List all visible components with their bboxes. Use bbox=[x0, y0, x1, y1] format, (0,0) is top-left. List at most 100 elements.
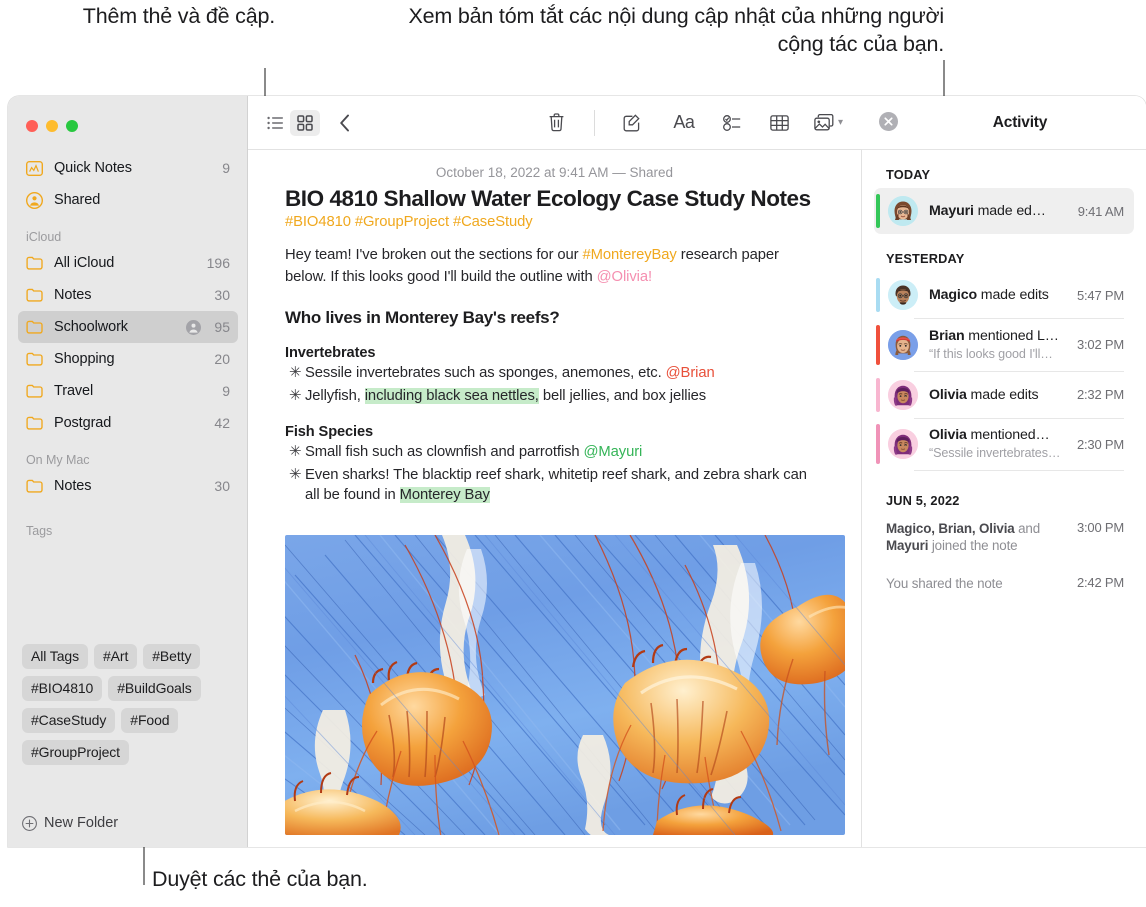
sidebar-item-count: 9 bbox=[222, 160, 230, 176]
bullet-text: Sessile invertebrates such as sponges, a… bbox=[305, 364, 824, 384]
close-window-button[interactable] bbox=[26, 120, 38, 132]
inline-mention-brian[interactable]: @Brian bbox=[666, 365, 715, 381]
sidebar: Quick Notes 9 Shared iCloud All iCloud 1… bbox=[8, 96, 248, 847]
inline-hashtag-montereybay[interactable]: #MontereyBay bbox=[583, 247, 677, 263]
sidebar-item-all-icloud[interactable]: All iCloud 196 bbox=[18, 247, 238, 279]
tag-betty[interactable]: #Betty bbox=[143, 644, 201, 669]
activity-actor: Mayuri bbox=[929, 203, 974, 219]
notes-app-window: Quick Notes 9 Shared iCloud All iCloud 1… bbox=[8, 96, 1146, 847]
sidebar-item-quick-notes[interactable]: Quick Notes 9 bbox=[18, 152, 238, 184]
bullet-part-plain: Sessile invertebrates such as sponges, a… bbox=[305, 365, 666, 382]
sidebar-item-label: Shared bbox=[54, 192, 101, 208]
tag-buildgoals[interactable]: #BuildGoals bbox=[108, 676, 201, 701]
activity-row-olivia-edits[interactable]: Olivia made edits 2:32 PM bbox=[874, 372, 1134, 418]
activity-row-magico[interactable]: Magico made edits 5:47 PM bbox=[874, 272, 1134, 318]
activity-row-olivia-mention[interactable]: Olivia mentioned… “Sessile invertebrates… bbox=[874, 418, 1134, 470]
back-chevron-icon[interactable] bbox=[330, 110, 360, 136]
activity-actor: Brian bbox=[929, 327, 965, 344]
note-subheading-fish-species: Fish Species bbox=[285, 424, 374, 441]
activity-group-today: TODAY Mayuri made ed… 9:41 AM bbox=[862, 167, 1146, 234]
inline-mention-olivia[interactable]: @Olivia! bbox=[597, 269, 652, 285]
activity-time: 9:41 AM bbox=[1077, 203, 1124, 219]
tag-bio4810[interactable]: #BIO4810 bbox=[22, 676, 103, 701]
activity-title: Activity bbox=[992, 113, 1048, 131]
sidebar-item-travel[interactable]: Travel 9 bbox=[18, 375, 238, 407]
compose-icon[interactable] bbox=[617, 110, 647, 136]
sidebar-item-label: Travel bbox=[54, 383, 94, 399]
history-names-2: Mayuri bbox=[886, 538, 929, 554]
tag-casestudy[interactable]: #CaseStudy bbox=[22, 708, 116, 733]
tag-groupproject[interactable]: #GroupProject bbox=[22, 740, 129, 765]
activity-main-line: Olivia mentioned… bbox=[929, 427, 1050, 444]
activity-color-bar bbox=[876, 377, 880, 412]
sidebar-item-label: Shopping bbox=[54, 351, 115, 367]
table-icon[interactable] bbox=[765, 110, 795, 136]
minimize-window-button[interactable] bbox=[46, 120, 58, 132]
activity-time: 5:47 PM bbox=[1076, 287, 1124, 303]
activity-header: Activity bbox=[862, 96, 1146, 150]
activity-action: made ed… bbox=[973, 203, 1046, 219]
new-folder-button[interactable]: New Folder bbox=[22, 815, 118, 831]
quick-note-icon bbox=[26, 160, 45, 176]
activity-text: Mayuri made ed… bbox=[929, 202, 1071, 220]
activity-history-text: Magico, Brian, Olivia and Mayuri joined … bbox=[886, 520, 1070, 554]
activity-group-history: JUN 5, 2022 Magico, Brian, Olivia and Ma… bbox=[862, 493, 1146, 594]
sidebar-item-shared[interactable]: Shared bbox=[18, 184, 238, 216]
trash-icon[interactable] bbox=[542, 110, 572, 136]
bullet-part-plain: Jellyfish, bbox=[305, 388, 365, 405]
sidebar-item-count: 42 bbox=[214, 415, 230, 431]
activity-group-yesterday: YESTERDAY Magico made edits 5:47 PM Bria… bbox=[862, 251, 1146, 472]
sidebar-item-shopping[interactable]: Shopping 20 bbox=[18, 343, 238, 375]
sidebar-item-label: Notes bbox=[54, 478, 92, 494]
activity-time: 2:30 PM bbox=[1076, 436, 1124, 452]
close-icon[interactable] bbox=[879, 112, 898, 131]
checklist-icon[interactable] bbox=[717, 110, 747, 136]
activity-time: 3:02 PM bbox=[1076, 337, 1124, 353]
sidebar-item-notes-local[interactable]: Notes 30 bbox=[18, 470, 238, 502]
activity-day-header: TODAY bbox=[886, 167, 931, 182]
folder-icon bbox=[26, 320, 45, 334]
note-bullet: ✳ Even sharks! The blacktip reef shark, … bbox=[285, 466, 824, 506]
media-chevron-down-icon[interactable]: ▾ bbox=[838, 117, 843, 128]
sidebar-item-label: Quick Notes bbox=[54, 160, 132, 176]
gallery-view-icon[interactable] bbox=[290, 109, 320, 136]
tag-art[interactable]: #Art bbox=[93, 644, 138, 669]
sidebar-item-postgrad[interactable]: Postgrad 42 bbox=[18, 407, 238, 439]
tag-food[interactable]: #Food bbox=[121, 708, 179, 733]
activity-text: Brian mentioned L… “If this looks good I… bbox=[929, 327, 1070, 363]
avatar bbox=[888, 196, 918, 226]
sidebar-item-schoolwork[interactable]: Schoolwork 95 bbox=[18, 311, 238, 343]
jellyfish-photo[interactable] bbox=[285, 535, 845, 836]
list-view-icon[interactable] bbox=[260, 110, 290, 136]
activity-row-brian[interactable]: Brian mentioned L… “If this looks good I… bbox=[874, 319, 1134, 371]
highlighted-text: Monterey Bay bbox=[399, 487, 490, 504]
sidebar-section-tags-header: Tags bbox=[26, 524, 53, 538]
activity-time: 3:00 PM bbox=[1076, 520, 1124, 536]
bullet-text: Small fish such as clownfish and parrotf… bbox=[305, 443, 824, 463]
activity-history-shared: You shared the note 2:42 PM bbox=[874, 572, 1134, 595]
sidebar-item-label: Postgrad bbox=[54, 415, 112, 431]
bullet-marker-icon: ✳ bbox=[289, 444, 302, 461]
sidebar-item-count: 30 bbox=[214, 478, 230, 494]
note-body: BIO 4810 Shallow Water Ecology Case Stud… bbox=[248, 186, 861, 836]
activity-actor: Olivia bbox=[929, 427, 967, 444]
sidebar-item-count: 30 bbox=[214, 287, 230, 303]
activity-history-joined: Magico, Brian, Olivia and Mayuri joined … bbox=[874, 517, 1134, 557]
media-icon[interactable] bbox=[813, 110, 837, 136]
bullet-part-plain: Small fish such as clownfish and parrotf… bbox=[305, 444, 584, 461]
format-aa-icon[interactable]: Aa bbox=[667, 110, 701, 136]
activity-actor: Magico bbox=[929, 287, 977, 303]
maximize-window-button[interactable] bbox=[66, 120, 78, 132]
inline-mention-mayuri[interactable]: @Mayuri bbox=[584, 444, 643, 460]
tag-all-tags[interactable]: All Tags bbox=[22, 644, 88, 669]
note-bullet: ✳ Sessile invertebrates such as sponges,… bbox=[285, 364, 824, 384]
note-date-label: October 18, 2022 at 9:41 AM — Shared bbox=[435, 165, 674, 180]
activity-color-bar bbox=[876, 424, 880, 465]
activity-row-mayuri[interactable]: Mayuri made ed… 9:41 AM bbox=[874, 188, 1134, 234]
sidebar-item-label: All iCloud bbox=[54, 255, 115, 271]
bullet-part-plain: Even sharks! The blacktip reef shark, wh… bbox=[305, 467, 807, 504]
sidebar-item-notes-icloud[interactable]: Notes 30 bbox=[18, 279, 238, 311]
activity-main-line: Brian mentioned L… bbox=[929, 328, 1059, 344]
note-content-pane[interactable]: October 18, 2022 at 9:41 AM — Shared BIO… bbox=[248, 150, 862, 847]
folder-icon bbox=[26, 384, 45, 398]
